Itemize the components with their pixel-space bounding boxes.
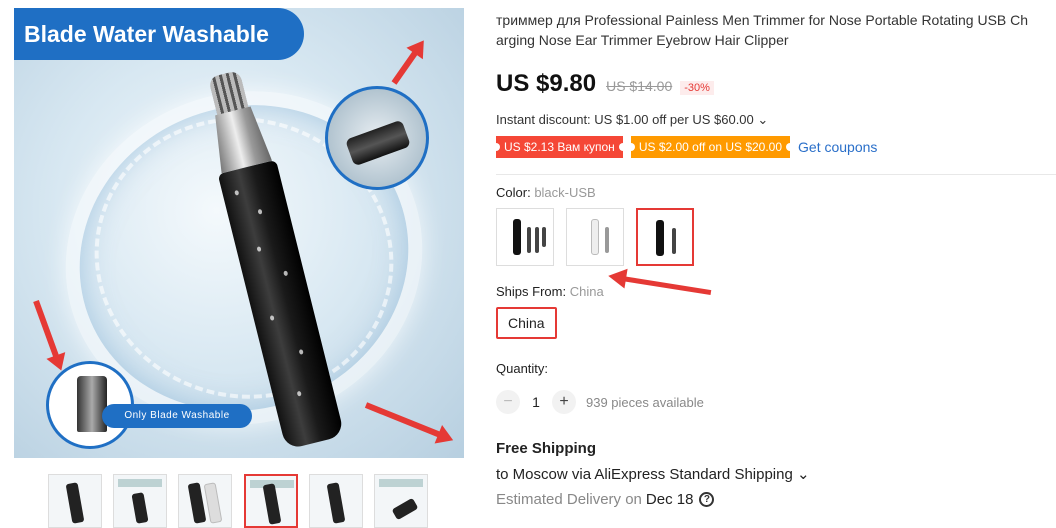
thumb-text [379, 479, 423, 487]
red-arrow-icon [364, 402, 442, 438]
discount-badge: -30% [680, 81, 714, 95]
water-drop [256, 246, 262, 252]
washable-pill: Only Blade Washable [102, 404, 252, 428]
thumbnail-3[interactable] [178, 474, 232, 528]
coupon-2[interactable]: US $2.00 off on US $20.00 [626, 136, 795, 158]
ships-from-option-china[interactable]: China [496, 307, 557, 339]
product-info: триммер для Professional Painless Men Tr… [492, 0, 1056, 508]
estimated-delivery-label: Estimated Delivery on [496, 491, 642, 508]
quantity-stepper: − 1 + 939 pieces available [496, 390, 1056, 414]
thumb-product-white [203, 482, 223, 524]
color-label: Color: black-USB [496, 185, 1056, 200]
color-label-text: Color: [496, 185, 531, 200]
current-price: US $9.80 [496, 70, 597, 97]
thumbnail-2[interactable] [113, 474, 167, 528]
image-banner: Blade Water Washable [14, 8, 304, 60]
coupon-row: US $2.13 Вам купон US $2.00 off on US $2… [492, 136, 1056, 158]
delivery-date: Dec 18 [645, 491, 694, 508]
swatch-accessory [527, 227, 531, 253]
product-title: триммер для Professional Painless Men Tr… [496, 12, 1029, 48]
thumb-product [326, 482, 346, 524]
water-drop [296, 390, 302, 397]
quantity-increase-button[interactable]: + [552, 390, 576, 414]
ships-from-selected: China [569, 284, 604, 299]
inset-blade-closeup [325, 86, 429, 190]
swatch-device [656, 220, 664, 256]
thumbnail-5[interactable] [309, 474, 363, 528]
divider [496, 174, 1056, 175]
color-swatches [496, 208, 1056, 266]
main-product-image[interactable]: Blade Water Washable Only Blade Washable [14, 8, 464, 458]
water-drop [269, 315, 275, 321]
coupon-1[interactable]: US $2.13 Вам купон [492, 136, 627, 158]
color-selected: black-USB [534, 185, 596, 200]
get-coupons-link[interactable]: Get coupons [798, 139, 877, 155]
inset-head-part [77, 376, 107, 432]
swatch-accessory [672, 228, 676, 254]
swatch-accessory [605, 227, 609, 253]
shipping-destination[interactable]: to Moscow via AliExpress Standard Shippi… [496, 465, 1056, 483]
ships-from-text: Ships From: [496, 284, 567, 299]
swatch-device [591, 219, 599, 255]
water-drop [283, 270, 289, 277]
red-arrow-icon [33, 299, 60, 359]
color-swatch-black[interactable] [496, 208, 554, 266]
thumb-text [118, 479, 162, 487]
thumb-product [391, 497, 419, 521]
water-drop [234, 189, 240, 196]
ships-from-label: Ships From: China [496, 284, 1056, 299]
shipping-title: Free Shipping [496, 440, 597, 457]
help-icon[interactable]: ? [699, 492, 715, 507]
quantity-available: 939 pieces available [586, 394, 704, 410]
inset-blade-part [345, 119, 411, 167]
swatch-accessory [542, 227, 546, 247]
color-swatch-white[interactable] [566, 208, 624, 266]
quantity-decrease-button[interactable]: − [496, 390, 520, 414]
thumb-product [65, 482, 85, 524]
price-row: US $9.80 US $14.00 -30% [496, 70, 1056, 98]
color-swatch-black-usb[interactable] [636, 208, 694, 266]
swatch-device [513, 219, 521, 255]
swatch-accessory [535, 227, 539, 253]
thumb-product [262, 483, 282, 525]
quantity-label: Quantity: [496, 361, 549, 376]
red-arrow-icon [391, 50, 419, 85]
estimated-delivery: Estimated Delivery on Dec 18 ? [496, 491, 1056, 508]
thumb-product [131, 492, 149, 524]
quantity-value[interactable]: 1 [520, 394, 552, 410]
water-drop [298, 349, 304, 355]
thumbnail-1[interactable] [48, 474, 102, 528]
thumbnail-4[interactable] [244, 474, 298, 528]
thumbnail-strip [48, 474, 438, 528]
instant-discount[interactable]: Instant discount: US $1.00 off per US $6… [496, 112, 1056, 128]
thumbnail-6[interactable] [374, 474, 428, 528]
water-drop [257, 208, 263, 215]
old-price: US $14.00 [606, 78, 673, 94]
